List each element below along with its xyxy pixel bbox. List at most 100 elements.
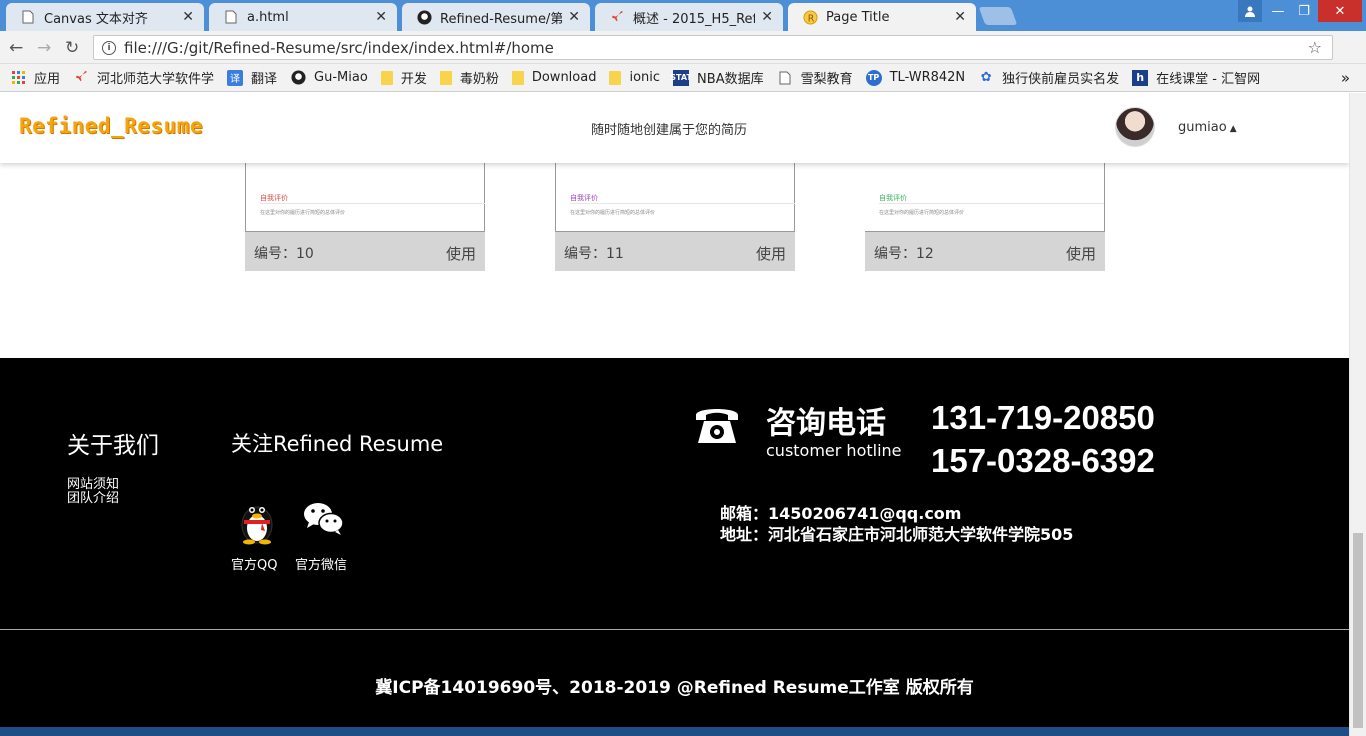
bookmark-label: Gu-Miao bbox=[314, 70, 368, 85]
browser-tab-active[interactable]: R Page Title ✕ bbox=[788, 3, 976, 31]
browser-tab[interactable]: Refined-Resume/第二次 ✕ bbox=[402, 3, 590, 31]
footer-links: 网站须知 团队介绍 bbox=[67, 478, 119, 506]
user-profile-icon[interactable] bbox=[1238, 0, 1262, 22]
bookmark-item[interactable]: 河北师范大学软件学 bbox=[73, 68, 214, 87]
browser-tab[interactable]: a.html ✕ bbox=[209, 3, 397, 31]
bookmark-item[interactable]: 应用 bbox=[10, 68, 60, 87]
document-icon bbox=[223, 9, 239, 25]
url-text: file:///G:/git/Refined-Resume/src/index/… bbox=[124, 38, 554, 57]
tab-title: Refined-Resume/第二次 bbox=[440, 11, 563, 27]
template-preview[interactable]: 自我评价 在这里对你的履历进行简短的总体评价 bbox=[865, 162, 1105, 232]
tplink-icon: TP bbox=[865, 69, 882, 86]
browser-tab[interactable]: 概述 - 2015_H5_Refined ✕ bbox=[595, 3, 783, 31]
page-scrollbar[interactable] bbox=[1349, 93, 1366, 736]
user-menu-toggle[interactable]: gumiao ▲ bbox=[1178, 120, 1237, 135]
link-team-intro[interactable]: 团队介绍 bbox=[67, 492, 119, 506]
reload-icon[interactable]: ↻ bbox=[65, 38, 79, 58]
use-template-button[interactable]: 使用 bbox=[1066, 243, 1096, 264]
telephone-icon bbox=[696, 409, 738, 443]
document-icon bbox=[777, 70, 793, 86]
official-qq-label[interactable]: 官方QQ bbox=[231, 554, 277, 573]
more-bookmarks-icon[interactable]: » bbox=[1341, 69, 1350, 87]
username: gumiao bbox=[1178, 120, 1227, 135]
template-card: 自我评价 在这里对你的履历进行简短的总体评价 编号：10 使用 bbox=[245, 162, 485, 271]
bookmark-item[interactable]: 开发 bbox=[380, 68, 427, 87]
bookmark-item[interactable]: Download bbox=[511, 70, 597, 85]
bookmark-label: 翻译 bbox=[251, 72, 278, 87]
address-toolbar: ← → ↻ i file:///G:/git/Refined-Resume/sr… bbox=[0, 31, 1366, 64]
bookmark-label: 河北师范大学软件学 bbox=[97, 72, 215, 87]
bookmark-item[interactable]: Gu-Miao bbox=[290, 70, 368, 86]
bookmark-label: Download bbox=[531, 70, 597, 85]
template-preview[interactable]: 自我评价 在这里对你的履历进行简短的总体评价 bbox=[555, 162, 795, 232]
bookmark-item[interactable]: 译翻译 bbox=[227, 68, 277, 87]
template-card-footer: 编号：10 使用 bbox=[245, 232, 485, 271]
bookmarks-bar: 应用 河北师范大学软件学 译翻译 Gu-Miao 开发 毒奶粉 Download… bbox=[0, 64, 1366, 92]
coin-r-icon: R bbox=[802, 9, 818, 25]
close-tab-icon[interactable]: ✕ bbox=[954, 9, 966, 25]
preview-divider bbox=[879, 203, 1104, 204]
minimize-icon[interactable]: — bbox=[1266, 0, 1290, 22]
bookmark-star-icon[interactable]: ☆ bbox=[1308, 38, 1322, 57]
template-card: 自我评价 在这里对你的履历进行简短的总体评价 编号：11 使用 bbox=[555, 162, 795, 271]
follow-heading: 关注Refined Resume bbox=[231, 432, 444, 456]
bookmark-item[interactable]: 雪梨教育 bbox=[777, 68, 853, 87]
close-tab-icon[interactable]: ✕ bbox=[568, 9, 580, 25]
template-card-footer: 编号：11 使用 bbox=[555, 232, 795, 271]
site-slogan: 随时随地创建属于您的简历 bbox=[591, 123, 748, 138]
restore-icon[interactable]: ❐ bbox=[1292, 0, 1316, 22]
site-logo[interactable]: Refined_Resume bbox=[19, 114, 203, 138]
site-header: Refined_Resume 随时随地创建属于您的简历 gumiao ▲ bbox=[0, 93, 1349, 163]
browser-tab[interactable]: Canvas 文本对齐 ✕ bbox=[6, 3, 204, 31]
scrollbar-thumb[interactable] bbox=[1353, 533, 1363, 728]
close-tab-icon[interactable]: ✕ bbox=[761, 9, 773, 25]
use-template-button[interactable]: 使用 bbox=[756, 243, 786, 264]
tab-title: 概述 - 2015_H5_Refined bbox=[633, 11, 756, 27]
use-template-button[interactable]: 使用 bbox=[446, 243, 476, 264]
window-close-icon[interactable]: ✕ bbox=[1318, 0, 1362, 22]
bookmark-item[interactable]: ✿ 独行侠前雇员实名发 bbox=[978, 68, 1119, 87]
contact-address: 地址：河北省石家庄市河北师范大学软件学院505 bbox=[720, 525, 1074, 544]
bookmark-item[interactable]: STAT NBA数据库 bbox=[670, 68, 764, 87]
template-preview[interactable]: 自我评价 在这里对你的履历进行简短的总体评价 bbox=[245, 162, 485, 232]
bookmark-item[interactable]: ionic bbox=[609, 70, 660, 85]
bookmark-label: 毒奶粉 bbox=[459, 72, 499, 87]
template-number: 编号：12 bbox=[874, 246, 934, 262]
template-card-footer: 编号：12 使用 bbox=[865, 232, 1105, 271]
stat-icon: STAT bbox=[670, 69, 692, 86]
folder-icon bbox=[609, 70, 622, 85]
address-bar[interactable]: i file:///G:/git/Refined-Resume/src/inde… bbox=[93, 35, 1333, 60]
bookmark-label: ionic bbox=[629, 70, 661, 85]
back-arrow-icon[interactable]: ← bbox=[9, 38, 23, 58]
apps-grid-icon bbox=[10, 70, 26, 86]
rocket-icon bbox=[73, 70, 89, 86]
avatar[interactable] bbox=[1115, 107, 1155, 147]
qq-penguin-icon[interactable] bbox=[236, 495, 278, 545]
bookmark-item[interactable]: 毒奶粉 bbox=[439, 68, 499, 87]
github-icon bbox=[290, 70, 306, 86]
phone-number: 131-719-20850 bbox=[931, 399, 1155, 436]
close-tab-icon[interactable]: ✕ bbox=[182, 9, 194, 25]
bookmark-item[interactable]: h 在线课堂 - 汇智网 bbox=[1132, 68, 1260, 87]
link-site-notice[interactable]: 网站须知 bbox=[67, 478, 119, 492]
hotline-subtitle: customer hotline bbox=[766, 441, 902, 460]
new-tab-button[interactable] bbox=[978, 7, 1018, 25]
folder-icon bbox=[439, 70, 452, 85]
tab-title: a.html bbox=[247, 9, 289, 25]
bookmark-item[interactable]: TP TL-WR842N bbox=[865, 69, 966, 86]
os-taskbar bbox=[0, 727, 1349, 736]
forward-arrow-icon[interactable]: → bbox=[37, 38, 51, 58]
bookmark-label: 在线课堂 - 汇智网 bbox=[1156, 72, 1261, 87]
paw-icon: ✿ bbox=[980, 70, 992, 85]
preview-divider bbox=[260, 203, 485, 204]
tab-title: Page Title bbox=[826, 9, 890, 25]
folder-icon bbox=[380, 70, 393, 85]
official-wechat-label[interactable]: 官方微信 bbox=[295, 554, 347, 573]
close-tab-icon[interactable]: ✕ bbox=[375, 9, 387, 25]
info-icon[interactable]: i bbox=[102, 40, 116, 55]
hotline-title: 咨询电话 bbox=[766, 406, 886, 441]
bookmark-label: TL-WR842N bbox=[889, 70, 966, 85]
wechat-icon[interactable] bbox=[303, 501, 345, 535]
caret-up-icon: ▲ bbox=[1229, 124, 1237, 134]
copyright-bar: 冀ICP备14019690号、2018-2019 @Refined Resume… bbox=[0, 629, 1349, 736]
